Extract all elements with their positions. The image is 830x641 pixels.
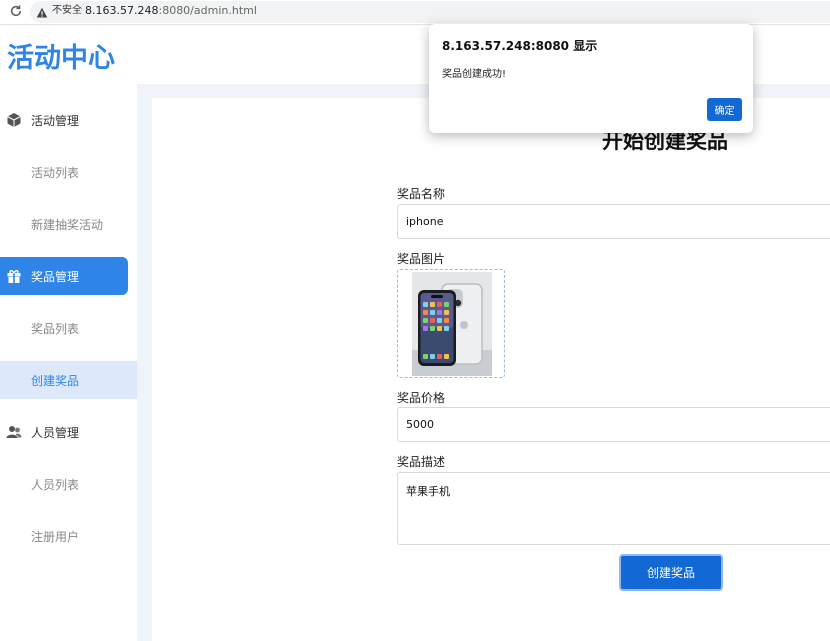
sidebar-item-people-list[interactable]: 人员列表 [0, 465, 137, 503]
sidebar-item-label: 注册用户 [31, 529, 80, 544]
warning-icon[interactable] [36, 4, 50, 18]
gift-icon [6, 268, 22, 284]
sidebar-item-new-lottery[interactable]: 新建抽奖活动 [0, 205, 137, 243]
reload-icon[interactable] [8, 4, 24, 20]
prize-image-thumbnail [412, 272, 492, 376]
prize-name-label: 奖品名称 [397, 187, 446, 201]
sidebar-item-register-user[interactable]: 注册用户 [0, 517, 137, 555]
sidebar-group-prize[interactable]: 奖品管理 [0, 257, 128, 295]
sidebar-group-activity[interactable]: 活动管理 [0, 101, 128, 139]
alert-dialog: 8.163.57.248:8080 显示 奖品创建成功! 确定 [429, 24, 753, 133]
create-prize-button[interactable]: 创建奖品 [619, 554, 723, 591]
sidebar-item-activity-list[interactable]: 活动列表 [0, 153, 137, 191]
browser-address-bar: 不安全 8.163.57.248:8080/admin.html [0, 0, 830, 25]
url-host: 8.163.57.248 [85, 4, 159, 17]
sidebar-item-label: 新建抽奖活动 [31, 217, 104, 232]
sidebar-item-label: 活动列表 [31, 165, 80, 180]
dialog-message: 奖品创建成功! [442, 69, 507, 80]
sidebar-group-label: 活动管理 [31, 113, 80, 128]
url-path: :8080/admin.html [158, 4, 257, 17]
prize-price-input[interactable]: 5000 [397, 407, 830, 442]
prize-image-label: 奖品图片 [397, 252, 446, 266]
prize-image-upload[interactable] [397, 269, 505, 378]
sidebar-item-prize-list[interactable]: 奖品列表 [0, 309, 137, 347]
prize-desc-textarea[interactable]: 苹果手机 [397, 472, 830, 545]
prize-name-input[interactable]: iphone [397, 204, 830, 239]
insecure-label[interactable]: 不安全 [52, 4, 82, 18]
sidebar-group-label: 人员管理 [31, 425, 80, 440]
dialog-ok-button[interactable]: 确定 [707, 98, 742, 121]
sidebar-item-label: 创建奖品 [31, 373, 80, 388]
sidebar-item-label: 人员列表 [31, 477, 80, 492]
users-icon [6, 424, 22, 440]
url-text[interactable]: 8.163.57.248:8080/admin.html [85, 4, 257, 18]
sidebar-item-label: 奖品列表 [31, 321, 80, 336]
sidebar-group-label: 奖品管理 [31, 269, 80, 284]
dialog-title: 8.163.57.248:8080 显示 [442, 39, 598, 53]
app-logo[interactable]: 活动中心 [7, 36, 115, 75]
sidebar-group-people[interactable]: 人员管理 [0, 413, 128, 451]
prize-desc-label: 奖品描述 [397, 455, 446, 469]
sidebar-item-create-prize[interactable]: 创建奖品 [0, 361, 137, 399]
prize-price-label: 奖品价格 [397, 391, 446, 405]
cube-icon [6, 112, 22, 128]
